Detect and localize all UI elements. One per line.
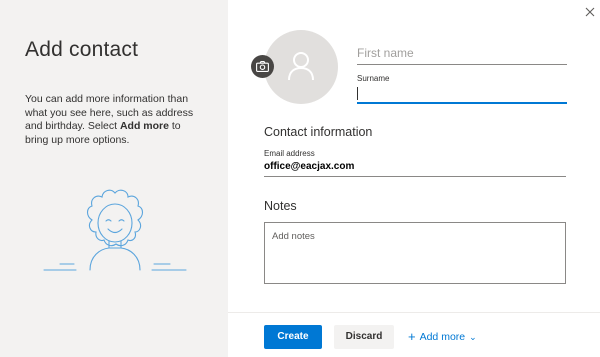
surname-field[interactable] — [357, 84, 567, 104]
person-illustration — [43, 189, 187, 271]
surname-label: Surname — [357, 74, 390, 83]
plus-icon: + — [408, 329, 416, 344]
add-more-button[interactable]: + Add more ⌄ — [408, 329, 477, 345]
email-field[interactable]: office@eacjax.com — [264, 161, 566, 177]
notes-heading: Notes — [264, 199, 297, 213]
avatar — [264, 30, 338, 104]
panel-title: Add contact — [25, 38, 139, 61]
info-panel: Add contact You can add more information… — [0, 0, 228, 357]
create-button[interactable]: Create — [264, 325, 322, 349]
contact-info-heading: Contact information — [264, 125, 373, 139]
first-name-field[interactable]: First name — [357, 46, 567, 65]
chevron-down-icon: ⌄ — [469, 332, 477, 342]
notes-placeholder: Add notes — [272, 231, 315, 242]
panel-description-bold: Add more — [119, 120, 169, 132]
notes-textarea[interactable]: Add notes — [264, 222, 566, 284]
camera-icon — [256, 61, 269, 72]
add-more-label: Add more — [419, 331, 466, 343]
discard-button[interactable]: Discard — [334, 325, 394, 349]
person-icon — [288, 52, 314, 81]
email-label: Email address — [264, 149, 315, 158]
text-caret — [357, 87, 358, 100]
footer-divider — [228, 312, 600, 313]
panel-description: You can add more information than what y… — [25, 93, 205, 147]
add-photo-button[interactable] — [251, 55, 274, 78]
close-icon[interactable] — [582, 5, 598, 21]
